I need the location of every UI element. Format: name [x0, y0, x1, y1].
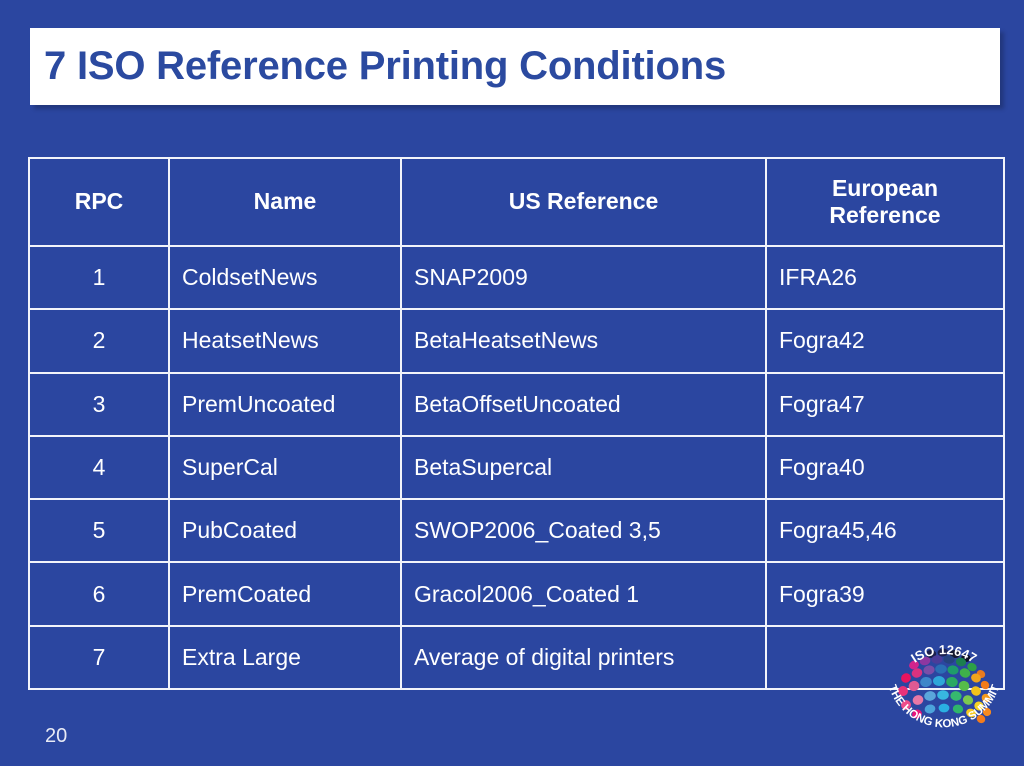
- cell-rpc: 2: [28, 308, 170, 374]
- column-header-european-reference-line2: Reference: [829, 202, 941, 228]
- column-header-rpc: RPC: [28, 157, 170, 247]
- cell-name: PremCoated: [168, 561, 402, 627]
- table-body: 1 ColdsetNews SNAP2009 IFRA26 2 HeatsetN…: [28, 244, 1005, 691]
- cell-us-ref: BetaOffsetUncoated: [400, 371, 767, 437]
- cell-name: HeatsetNews: [168, 308, 402, 374]
- cell-eu-ref: Fogra45,46: [765, 498, 1005, 564]
- table-header: RPC Name US Reference European Reference: [28, 157, 1005, 247]
- cell-rpc: 7: [28, 624, 170, 691]
- cell-eu-ref: Fogra40: [765, 434, 1005, 501]
- cell-eu-ref: Fogra42: [765, 308, 1005, 374]
- cell-eu-ref: Fogra39: [765, 561, 1005, 627]
- table-row: 3 PremUncoated BetaOffsetUncoated Fogra4…: [28, 371, 1005, 437]
- cell-name: ColdsetNews: [168, 244, 402, 311]
- column-header-european-reference: European Reference: [765, 157, 1005, 247]
- reference-printing-conditions-table: RPC Name US Reference European Reference…: [28, 157, 1005, 691]
- table-row: 6 PremCoated Gracol2006_Coated 1 Fogra39: [28, 561, 1005, 627]
- cell-name: PubCoated: [168, 498, 402, 564]
- cell-us-ref: SWOP2006_Coated 3,5: [400, 498, 767, 564]
- table-row: 4 SuperCal BetaSupercal Fogra40: [28, 434, 1005, 501]
- cell-rpc: 6: [28, 561, 170, 627]
- column-header-us-reference: US Reference: [400, 157, 767, 247]
- cell-rpc: 5: [28, 498, 170, 564]
- cell-name: PremUncoated: [168, 371, 402, 437]
- table-row: 5 PubCoated SWOP2006_Coated 3,5 Fogra45,…: [28, 498, 1005, 564]
- column-header-european-reference-line1: European: [831, 174, 939, 201]
- table-row: 2 HeatsetNews BetaHeatsetNews Fogra42: [28, 308, 1005, 374]
- cell-us-ref: Average of digital printers: [400, 624, 767, 691]
- cell-us-ref: SNAP2009: [400, 244, 767, 311]
- cell-rpc: 1: [28, 244, 170, 311]
- table-header-row: RPC Name US Reference European Reference: [28, 157, 1005, 247]
- table-row: 7 Extra Large Average of digital printer…: [28, 624, 1005, 691]
- cell-eu-ref: IFRA26: [765, 244, 1005, 311]
- slide-title-box: 7 ISO Reference Printing Conditions: [30, 28, 1000, 105]
- cell-name: SuperCal: [168, 434, 402, 501]
- cell-rpc: 3: [28, 371, 170, 437]
- table-row: 1 ColdsetNews SNAP2009 IFRA26: [28, 244, 1005, 311]
- page-title: 7 ISO Reference Printing Conditions: [44, 44, 726, 88]
- cell-rpc: 4: [28, 434, 170, 501]
- page-number: 20: [45, 725, 68, 747]
- cell-us-ref: BetaSupercal: [400, 434, 767, 501]
- cell-eu-ref: [765, 624, 1005, 691]
- table: RPC Name US Reference European Reference…: [28, 157, 1005, 691]
- cell-us-ref: Gracol2006_Coated 1: [400, 561, 767, 627]
- column-header-name: Name: [168, 157, 402, 247]
- logo-bottom-text: THE HONG KONG SUMMIT: [886, 683, 1003, 730]
- cell-us-ref: BetaHeatsetNews: [400, 308, 767, 374]
- cell-eu-ref: Fogra47: [765, 371, 1005, 437]
- cell-name: Extra Large: [168, 624, 402, 691]
